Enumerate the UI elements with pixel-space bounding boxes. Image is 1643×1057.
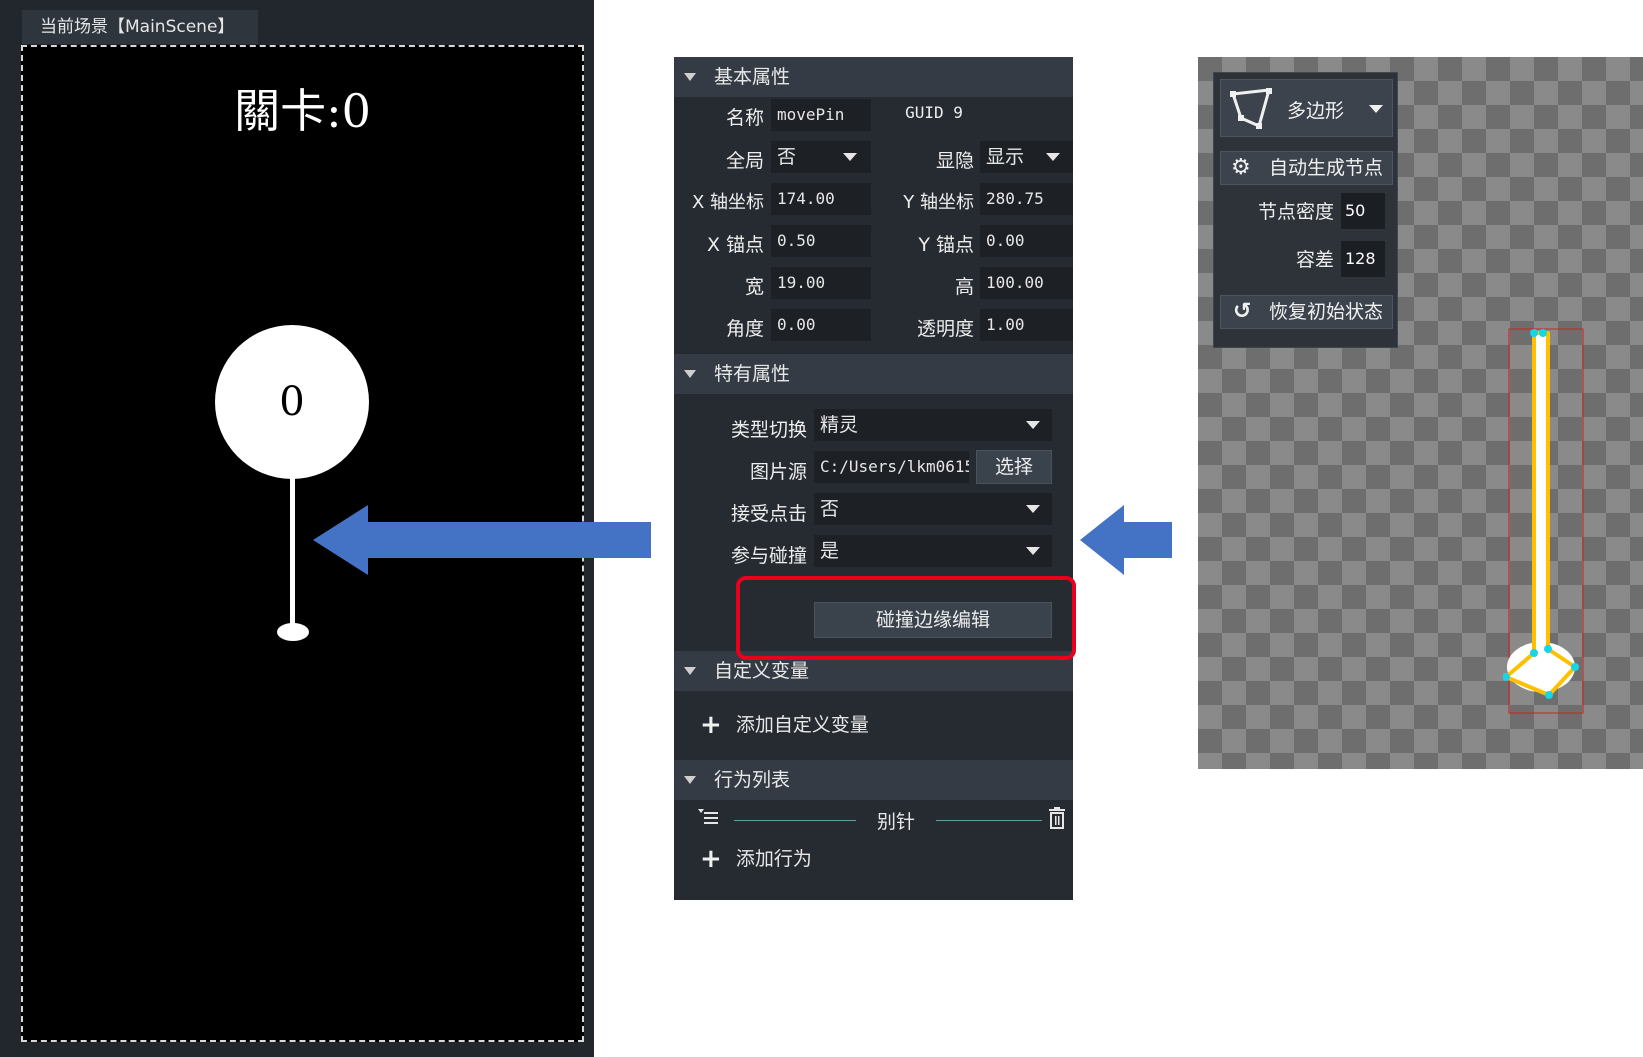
auto-nodes-label: 自动生成节点: [1269, 157, 1384, 179]
editor-toolbox: 多边形 ⚙ 自动生成节点 节点密度 50 容差 128 ↺ 恢复初始状态: [1213, 72, 1398, 348]
ball-sprite[interactable]: 0: [215, 325, 369, 479]
type-select[interactable]: 精灵: [814, 409, 1052, 441]
visibility-select[interactable]: 显示: [980, 141, 1073, 173]
chevron-down-icon: [843, 153, 857, 161]
polygon-node: [1545, 691, 1553, 699]
polygon-icon: [1230, 88, 1272, 129]
collapse-triangle-icon: [684, 370, 696, 378]
type-label: 类型切换: [730, 419, 807, 441]
image-source-field[interactable]: C:/Users/lkm0615: [814, 451, 969, 483]
polygon-node: [1530, 329, 1538, 337]
behavior-item-label: 别针: [876, 811, 915, 833]
anchor-y-field[interactable]: 0.00: [980, 225, 1073, 257]
arrow-left-small: [1080, 505, 1172, 575]
polygon-node: [1539, 329, 1547, 337]
section-custom-title: 自定义变量: [714, 660, 810, 682]
scene-tab[interactable]: 当前场景【MainScene】: [22, 10, 258, 44]
section-basic-title: 基本属性: [714, 66, 791, 88]
x-coord-field[interactable]: 174.00: [771, 183, 871, 215]
undo-icon: ↺: [1233, 299, 1252, 324]
collision-select-value: 是: [820, 540, 840, 562]
width-label: 宽: [744, 276, 764, 298]
type-select-value: 精灵: [820, 414, 859, 436]
guid-text: GUID 9: [905, 103, 963, 122]
angle-field[interactable]: 0.00: [771, 309, 871, 341]
collapse-triangle-icon: [684, 776, 696, 784]
opacity-field[interactable]: 1.00: [980, 309, 1073, 341]
add-custom-var-label: 添加自定义变量: [735, 714, 869, 736]
pin-stem-sprite: [1536, 333, 1546, 651]
collapse-triangle-icon: [684, 73, 696, 81]
shape-mode-dropdown[interactable]: 多边形: [1220, 79, 1393, 137]
chevron-down-icon: [1026, 547, 1040, 555]
chevron-down-icon: [1026, 505, 1040, 513]
plus-icon: +: [700, 844, 722, 874]
chevron-down-icon: [1026, 421, 1040, 429]
x-coord-label: X 轴坐标: [691, 192, 764, 213]
chevron-down-icon: [1046, 153, 1060, 161]
section-behaviors[interactable]: 行为列表: [674, 760, 1073, 800]
y-coord-field[interactable]: 280.75: [980, 183, 1073, 215]
visibility-label: 显隐: [935, 150, 974, 172]
node-density-label: 节点密度: [1257, 201, 1334, 223]
pin-stem[interactable]: [290, 477, 295, 627]
click-select[interactable]: 否: [814, 493, 1052, 525]
polygon-node: [1571, 663, 1579, 671]
properties-panel: 基本属性 名称 movePin GUID 9 全局 否 显隐 显示 X 轴坐标 …: [674, 57, 1073, 900]
anchor-y-label: Y 锚点: [918, 234, 974, 256]
add-custom-var-button[interactable]: + 添加自定义变量: [700, 705, 869, 741]
chevron-down-icon: [1369, 105, 1383, 113]
select-image-button[interactable]: 选择: [976, 450, 1052, 484]
tolerance-label: 容差: [1295, 249, 1334, 271]
angle-label: 角度: [725, 318, 764, 340]
gear-icon: ⚙: [1231, 155, 1251, 180]
click-label: 接受点击: [730, 503, 807, 525]
collapse-triangle-icon: [684, 667, 696, 675]
add-behavior-label: 添加行为: [735, 848, 812, 870]
anchor-x-label: X 锚点: [706, 234, 764, 256]
anchor-x-field[interactable]: 0.50: [771, 225, 871, 257]
section-special-title: 特有属性: [714, 363, 791, 385]
section-special[interactable]: 特有属性: [674, 354, 1073, 394]
opacity-label: 透明度: [916, 318, 974, 340]
name-label: 名称: [725, 107, 764, 129]
pin-head[interactable]: [277, 623, 309, 641]
global-select-value: 否: [777, 146, 797, 168]
click-select-value: 否: [820, 498, 840, 520]
polygon-node: [1530, 649, 1538, 657]
global-label: 全局: [725, 150, 764, 172]
name-field[interactable]: movePin: [771, 99, 871, 131]
width-field[interactable]: 19.00: [771, 267, 871, 299]
y-coord-label: Y 轴坐标: [903, 192, 974, 213]
list-sort-icon[interactable]: [698, 809, 720, 829]
section-behaviors-title: 行为列表: [714, 769, 791, 791]
reset-state-button[interactable]: ↺ 恢复初始状态: [1220, 295, 1393, 329]
visibility-select-value: 显示: [986, 146, 1025, 168]
edge-edit-highlight: [736, 576, 1076, 660]
global-select[interactable]: 否: [771, 141, 871, 173]
collision-label: 参与碰撞: [730, 545, 807, 567]
arrow-left-large: [313, 505, 651, 575]
behavior-divider-right: [936, 820, 1042, 821]
plus-icon: +: [700, 710, 722, 740]
reset-label: 恢复初始状态: [1269, 301, 1384, 323]
collision-select[interactable]: 是: [814, 535, 1052, 567]
behavior-divider-left: [734, 820, 856, 821]
shape-mode-label: 多边形: [1287, 100, 1345, 122]
polygon-node: [1544, 645, 1552, 653]
section-basic[interactable]: 基本属性: [674, 57, 1073, 97]
height-field[interactable]: 100.00: [980, 267, 1073, 299]
collision-editor[interactable]: 多边形 ⚙ 自动生成节点 节点密度 50 容差 128 ↺ 恢复初始状态: [1198, 57, 1643, 769]
level-title: 關卡:0: [234, 84, 371, 138]
node-density-field[interactable]: 50: [1341, 193, 1385, 229]
height-label: 高: [954, 276, 974, 298]
pin-collision-polygon[interactable]: [1503, 327, 1593, 717]
trash-icon[interactable]: [1048, 807, 1066, 829]
auto-generate-nodes-button[interactable]: ⚙ 自动生成节点: [1220, 151, 1393, 185]
image-source-label: 图片源: [749, 461, 807, 483]
tolerance-field[interactable]: 128: [1341, 241, 1385, 277]
add-behavior-button[interactable]: + 添加行为: [700, 839, 812, 875]
